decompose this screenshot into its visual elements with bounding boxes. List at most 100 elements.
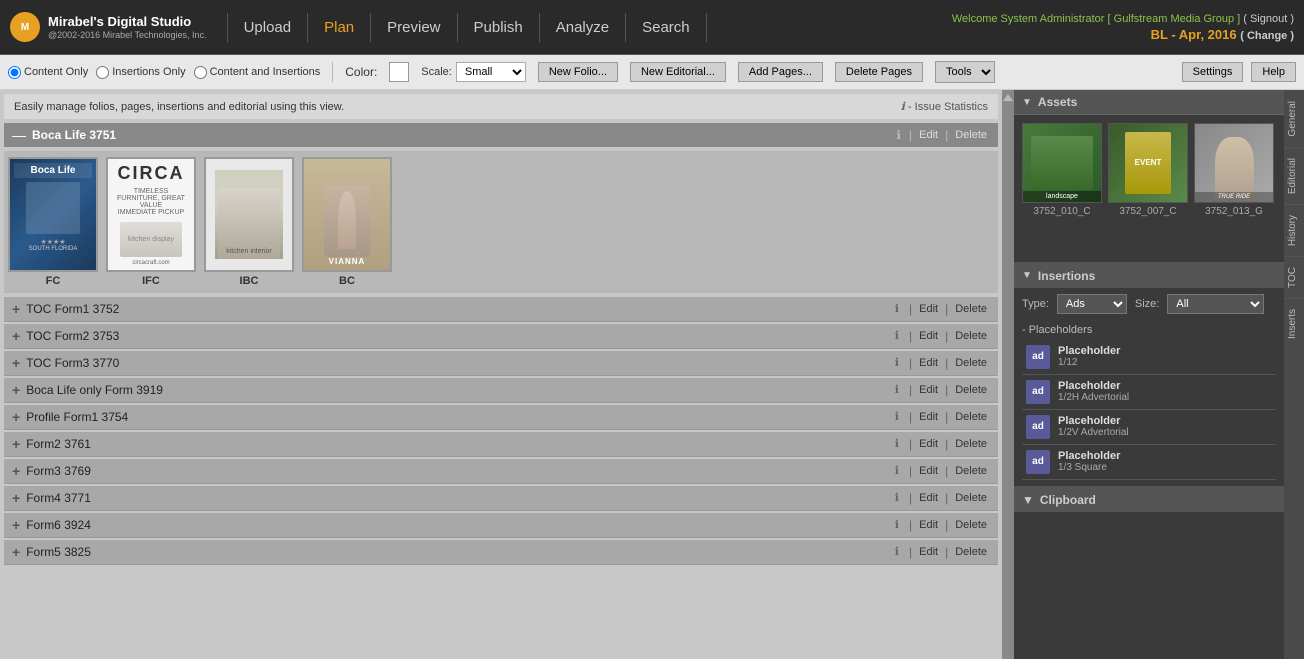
issue-stats[interactable]: ℹ - Issue Statistics [901,100,988,113]
placeholder-item-3[interactable]: ad Placeholder 1/3 Square [1022,445,1276,480]
form-info-3[interactable]: ℹ [895,383,899,397]
tab-upload[interactable]: Upload [227,13,309,42]
placeholder-item-0[interactable]: ad Placeholder 1/12 [1022,340,1276,375]
form-info-9[interactable]: ℹ [895,545,899,559]
form-info-2[interactable]: ℹ [895,356,899,370]
form-expand-1[interactable]: + [12,328,20,344]
insertions-collapse-arrow[interactable]: ▼ [1022,270,1032,281]
form-edit-2[interactable]: Edit [916,356,941,370]
vtab-inserts[interactable]: Inserts [1284,298,1304,349]
page-bc[interactable]: VIANNA BC [302,157,392,287]
form-delete-1[interactable]: Delete [952,329,990,343]
new-editorial-button[interactable]: New Editorial... [630,62,726,82]
vtab-editorial[interactable]: Editorial [1284,147,1304,204]
folio-edit-button[interactable]: Edit [916,128,941,142]
form-edit-9[interactable]: Edit [916,545,941,559]
placeholder-size-3: 1/3 Square [1058,462,1120,473]
form-info-4[interactable]: ℹ [895,410,899,424]
form-expand-5[interactable]: + [12,436,20,452]
form-edit-3[interactable]: Edit [916,383,941,397]
form-expand-4[interactable]: + [12,409,20,425]
form-expand-8[interactable]: + [12,517,20,533]
form-edit-6[interactable]: Edit [916,464,941,478]
form-row-6: + Form3 3769 ℹ | Edit | Delete [4,459,998,484]
tab-publish[interactable]: Publish [458,13,540,42]
form-delete-8[interactable]: Delete [952,518,990,532]
form-expand-9[interactable]: + [12,544,20,560]
page-ifc[interactable]: CIRCA TIMELESS FURNITURE, GREAT VALUEIMM… [106,157,196,287]
form-edit-7[interactable]: Edit [916,491,941,505]
tools-dropdown[interactable]: Tools [935,61,995,83]
asset-item-0[interactable]: landscape 3752_010_C [1022,123,1102,217]
new-folio-button[interactable]: New Folio... [538,62,618,82]
form-delete-2[interactable]: Delete [952,356,990,370]
form-expand-7[interactable]: + [12,490,20,506]
type-select[interactable]: Ads Editorial [1057,294,1127,314]
signout-link[interactable]: ( Signout ) [1243,13,1294,25]
form-delete-4[interactable]: Delete [952,410,990,424]
tab-analyze[interactable]: Analyze [540,13,626,42]
form-info-1[interactable]: ℹ [895,329,899,343]
form-edit-5[interactable]: Edit [916,437,941,451]
assets-title: Assets [1038,95,1077,109]
form-delete-7[interactable]: Delete [952,491,990,505]
page-fc[interactable]: Boca Life ★★★★ SOUTH FLORIDA FC [8,157,98,287]
page-ibc[interactable]: kitchen interior IBC [204,157,294,287]
size-select[interactable]: All Full Page Half Page Quarter Page [1167,294,1264,314]
forms-list: + TOC Form1 3752 ℹ | Edit | Delete + TOC [4,297,998,565]
vtab-toc[interactable]: TOC [1284,256,1304,298]
radio-insertions-only[interactable]: Insertions Only [96,66,185,79]
form-delete-6[interactable]: Delete [952,464,990,478]
form-expand-3[interactable]: + [12,382,20,398]
form-delete-9[interactable]: Delete [952,545,990,559]
scale-select[interactable]: Small Medium Large [456,62,526,82]
form-edit-8[interactable]: Edit [916,518,941,532]
form-info-6[interactable]: ℹ [895,464,899,478]
form-row-5: + Form2 3761 ℹ | Edit | Delete [4,432,998,457]
folio-delete-button[interactable]: Delete [952,128,990,142]
tools-select[interactable]: Tools [935,61,995,83]
form-delete-5[interactable]: Delete [952,437,990,451]
vtab-history[interactable]: History [1284,204,1304,256]
form-edit-1[interactable]: Edit [916,329,941,343]
form-info-0[interactable]: ℹ [895,302,899,316]
logo-subtext: @2002-2016 Mirabel Technologies, Inc. [48,30,207,40]
help-button[interactable]: Help [1251,62,1296,82]
placeholder-item-2[interactable]: ad Placeholder 1/2V Advertorial [1022,410,1276,445]
form-expand-0[interactable]: + [12,301,20,317]
asset-item-1[interactable]: EVENT 3752_007_C [1108,123,1188,217]
clipboard-expand-arrow[interactable]: ▼ [1022,493,1034,507]
color-label: Color: [345,65,377,79]
form-info-8[interactable]: ℹ [895,518,899,532]
add-pages-button[interactable]: Add Pages... [738,62,823,82]
folio-collapse-icon[interactable]: — [12,127,26,143]
scroll-up-arrow[interactable] [1003,94,1013,101]
form-name-5: Form2 3761 [26,437,91,451]
placeholder-item-1[interactable]: ad Placeholder 1/2H Advertorial [1022,375,1276,410]
form-delete-0[interactable]: Delete [952,302,990,316]
color-picker[interactable] [389,62,409,82]
delete-pages-button[interactable]: Delete Pages [835,62,923,82]
form-edit-4[interactable]: Edit [916,410,941,424]
tab-search[interactable]: Search [626,13,707,42]
form-expand-2[interactable]: + [12,355,20,371]
content-scrollbar[interactable] [1002,90,1014,659]
tab-plan[interactable]: Plan [308,13,371,42]
assets-collapse-arrow[interactable]: ▼ [1022,97,1032,108]
type-label: Type: [1022,298,1049,310]
folio-info-icon[interactable]: ℹ [896,128,901,142]
form-expand-6[interactable]: + [12,463,20,479]
asset-item-2[interactable]: TRUE RIDE 3752_013_G [1194,123,1274,217]
radio-content-and-insertions[interactable]: Content and Insertions [194,66,321,79]
vtab-general[interactable]: General [1284,90,1304,147]
tab-preview[interactable]: Preview [371,13,457,42]
settings-button[interactable]: Settings [1182,62,1244,82]
form-info-5[interactable]: ℹ [895,437,899,451]
radio-content-only[interactable]: Content Only [8,66,88,79]
asset-thumb-0: landscape [1022,123,1102,203]
change-link[interactable]: ( Change ) [1240,30,1294,42]
form-edit-0[interactable]: Edit [916,302,941,316]
form-info-7[interactable]: ℹ [895,491,899,505]
form-delete-3[interactable]: Delete [952,383,990,397]
nav-tabs: Upload Plan Preview Publish Analyze Sear… [227,13,707,42]
